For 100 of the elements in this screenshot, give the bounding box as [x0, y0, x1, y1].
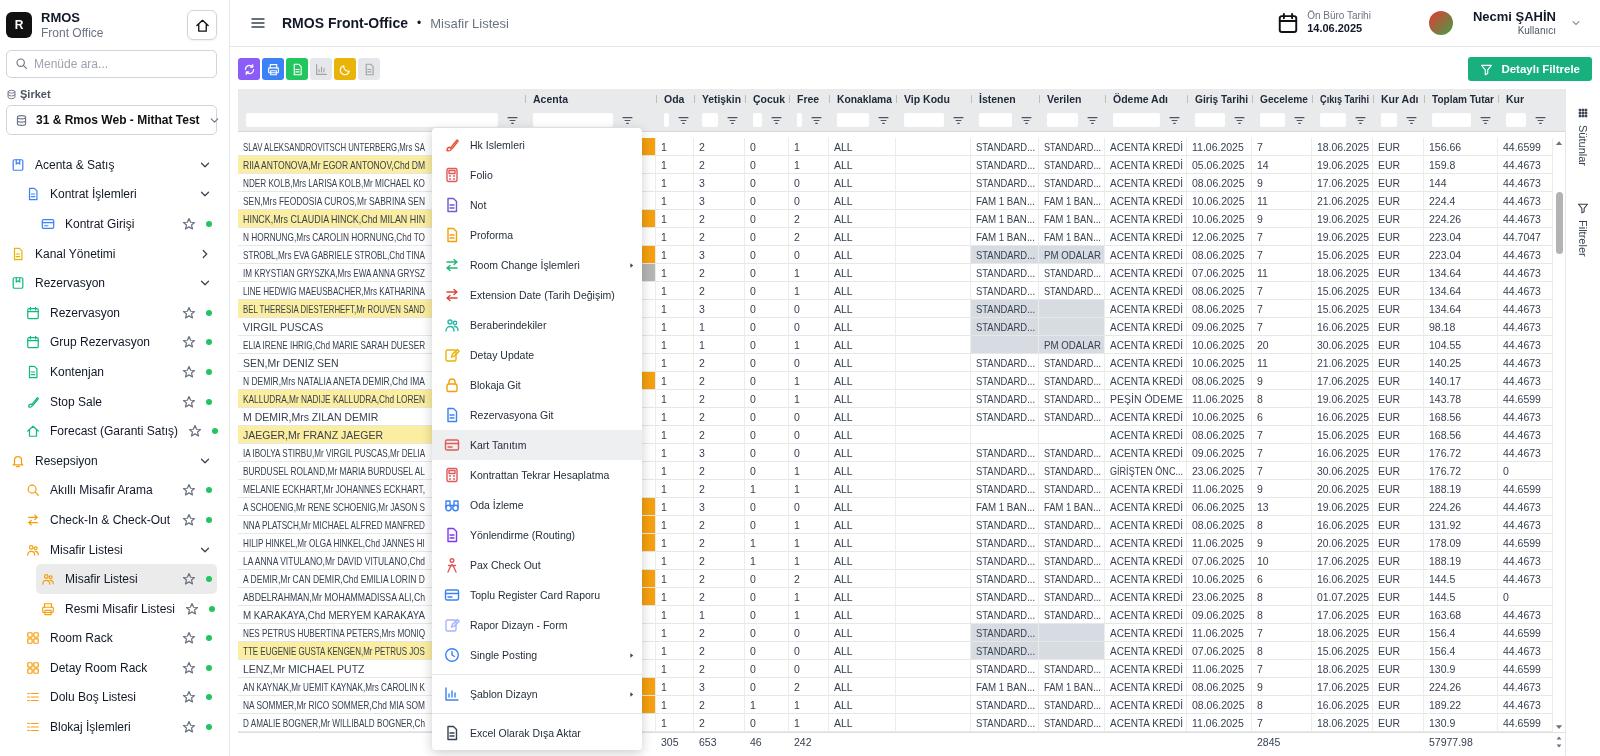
nav-item[interactable]: Room Rack [21, 623, 217, 654]
table-cell: 16.06.2025 [1312, 444, 1373, 461]
column-header[interactable]: Geceleme [1260, 93, 1308, 105]
table-cell: 1 [745, 534, 789, 551]
table-cell: 1 [656, 192, 694, 209]
print-button[interactable] [262, 58, 284, 80]
table-cell: 1 [656, 480, 694, 497]
column-header[interactable]: Ödeme Adı [1113, 93, 1169, 105]
table-cell: GİRİŞTEN ÖNC... [1105, 462, 1187, 479]
nav-item[interactable]: Grup Rezervasyon [21, 327, 217, 358]
table-cell: FAM 1 BAN... [971, 210, 1039, 227]
company-select[interactable]: 31 & Rmos Web - Mithat Test [6, 105, 217, 135]
table-cell: ACENTA KREDİ [1105, 696, 1187, 713]
column-header[interactable]: Yetişkin [702, 93, 741, 105]
column-header[interactable]: Kur [1506, 93, 1525, 105]
table-cell: 224.26 [1424, 678, 1498, 695]
table-cell: 11.06.2025 [1187, 624, 1252, 641]
column-header[interactable]: Verilen [1047, 93, 1082, 105]
table-cell: 18.06.2025 [1312, 138, 1373, 155]
filter-input[interactable] [246, 113, 498, 127]
nav-item[interactable]: Forecast (Garanti Satış) [21, 416, 217, 446]
star-icon[interactable] [182, 335, 196, 350]
table-cell: 18.06.2025 [1312, 624, 1373, 641]
menu-button[interactable] [250, 15, 266, 31]
table-cell: ACENTA KREDİ [1105, 336, 1187, 353]
star-icon[interactable] [182, 364, 196, 379]
star-icon[interactable] [182, 483, 196, 498]
column-header[interactable]: Çocuk [753, 93, 785, 105]
nav-item[interactable]: Check-In & Check-Out [21, 505, 217, 535]
table-cell: STANDARD... [971, 408, 1039, 425]
column-header[interactable]: Vip Kodu [904, 93, 950, 105]
column-header[interactable]: Çıkış Tarihi [1320, 93, 1369, 105]
column-header[interactable]: İstenen [979, 93, 1016, 105]
column-header[interactable]: Oda [664, 93, 685, 105]
filter-input[interactable] [533, 113, 613, 127]
star-icon[interactable] [182, 394, 196, 409]
star-icon[interactable] [182, 305, 196, 320]
table-cell: 2 [694, 480, 745, 497]
nav-item[interactable]: Resepsiyon [6, 445, 217, 476]
column-header[interactable]: Acenta [533, 93, 568, 105]
table-cell: ACENTA KREDİ [1105, 552, 1187, 569]
nav-item[interactable]: Rezervasyon [21, 297, 217, 328]
nav-item[interactable]: Kontrat Girişi [36, 209, 217, 239]
table-cell: STANDARD... [1039, 264, 1105, 281]
column-header[interactable]: Giriş Tarihi [1195, 93, 1248, 105]
nav-item[interactable]: Misafir Listesi [21, 534, 217, 565]
table-cell: 2 [694, 156, 745, 173]
refresh-button[interactable] [238, 58, 260, 80]
table-cell: EUR [1373, 246, 1424, 263]
nav-item[interactable]: Kontenjan [21, 357, 217, 387]
nav-item[interactable]: Kanal Yönetimi [6, 238, 217, 269]
swap-arrows-icon [444, 257, 460, 273]
search-field[interactable]: Menüde ara... [6, 50, 217, 78]
star-icon[interactable] [182, 572, 196, 587]
scrollbar-thumb[interactable] [1555, 192, 1563, 254]
table-cell: 2 [694, 210, 745, 227]
column-header[interactable]: Kur Adı [1381, 93, 1419, 105]
home-button[interactable] [187, 10, 217, 40]
nav-item[interactable]: Kontrat İşlemleri [21, 179, 217, 210]
star-icon[interactable] [182, 690, 196, 705]
side-tab[interactable]: Filtreler [1577, 202, 1589, 257]
star-icon[interactable] [182, 512, 196, 527]
nav-item[interactable]: Stop Sale [21, 386, 217, 417]
nav-item[interactable]: Resmi Misafir Listesi [36, 593, 217, 624]
table-cell: 0 [745, 336, 789, 353]
table-cell: 2 [694, 696, 745, 713]
table-cell: 8 [1252, 696, 1312, 713]
column-header[interactable]: Free [797, 93, 820, 105]
star-icon[interactable] [182, 720, 196, 735]
nav-item[interactable]: Misafir Listesi [36, 564, 217, 594]
table-cell: 159.8 [1424, 156, 1498, 173]
nav-item[interactable]: Akıllı Misafir Arama [21, 475, 217, 506]
scroll-up-icon[interactable] [1555, 734, 1563, 742]
table-cell: STANDARD... [971, 570, 1039, 587]
nav-item[interactable]: Dolu Boş Listesi [21, 682, 217, 713]
table-cell: 0 [745, 498, 789, 515]
star-icon[interactable] [182, 631, 196, 646]
table-cell: 19.06.2025 [1312, 228, 1373, 245]
nav-item[interactable]: Acenta & Satış [6, 150, 217, 180]
star-icon[interactable] [185, 601, 199, 616]
star-icon[interactable] [182, 217, 196, 231]
card-icon [41, 217, 55, 231]
star-icon[interactable] [188, 424, 203, 439]
menu-item[interactable]: Kart Tanıtım [432, 430, 642, 460]
nav-item[interactable]: Detay Room Rack [21, 653, 217, 683]
table-cell: ALL [829, 354, 896, 371]
star-icon[interactable] [182, 660, 196, 675]
scroll-down-icon[interactable] [1555, 742, 1563, 750]
nav-item[interactable]: Rezervasyon [6, 268, 217, 298]
nav-item[interactable]: Blokaj İşlemleri [21, 712, 217, 742]
table-cell: 7 [1252, 624, 1312, 641]
table-cell: STANDARD... [971, 372, 1039, 389]
document-icon [444, 227, 460, 243]
avatar[interactable] [1428, 11, 1453, 35]
column-header[interactable]: Toplam Tutar [1432, 93, 1495, 105]
calculator-icon [444, 467, 460, 483]
chart-icon [314, 62, 328, 76]
table-cell: EUR [1373, 642, 1424, 659]
side-tab[interactable]: Sütunlar [1577, 107, 1589, 166]
column-header[interactable]: Konaklama [837, 93, 892, 105]
